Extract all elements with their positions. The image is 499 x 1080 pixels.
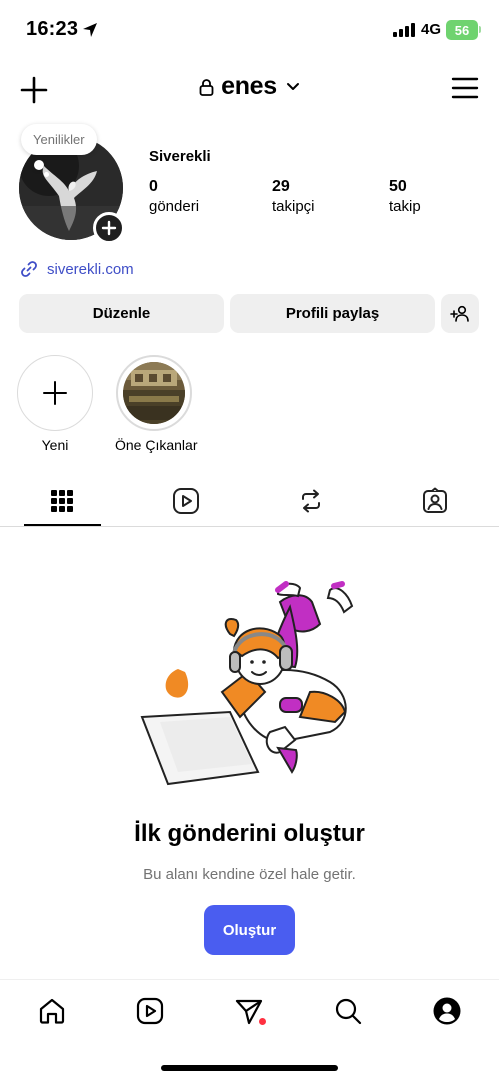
grid-icon — [51, 489, 73, 512]
stat-label: takipçi — [272, 198, 315, 215]
status-time: 16:23 — [26, 18, 79, 40]
reels-icon — [136, 997, 164, 1025]
home-indicator — [161, 1065, 338, 1071]
link-text: siverekli.com — [47, 260, 134, 278]
notification-dot — [259, 1018, 266, 1025]
nav-messages[interactable] — [232, 994, 266, 1028]
status-bar: 16:23 4G 56 — [0, 0, 499, 58]
share-profile-button[interactable]: Profili paylaş — [230, 294, 435, 333]
share-profile-label: Profili paylaş — [285, 305, 380, 322]
highlight-featured-circle — [116, 355, 192, 431]
stat-following[interactable]: 50 takip — [389, 178, 421, 215]
nav-reels[interactable] — [133, 994, 167, 1028]
display-name: Siverekli — [149, 148, 211, 165]
nav-profile[interactable] — [430, 994, 464, 1028]
battery-tip — [479, 26, 481, 33]
profile-icon — [433, 997, 461, 1025]
search-icon — [335, 998, 362, 1025]
profile-header: enes — [0, 68, 499, 110]
reels-icon — [173, 487, 199, 514]
username: enes — [221, 72, 277, 100]
repost-icon — [302, 489, 320, 512]
highlight-label: Öne Çıkanlar — [115, 437, 198, 453]
create-post-label: Oluştur — [222, 921, 277, 939]
nav-home[interactable] — [35, 994, 69, 1028]
edit-profile-button[interactable]: Düzenle — [19, 294, 224, 333]
add-story-button[interactable] — [93, 212, 125, 244]
edit-profile-label: Düzenle — [92, 305, 151, 322]
link-icon — [21, 261, 37, 277]
tab-reels[interactable] — [147, 475, 225, 526]
nav-search[interactable] — [331, 994, 365, 1028]
account-switcher[interactable]: enes — [0, 72, 499, 101]
stat-followers[interactable]: 29 takipçi — [272, 178, 315, 215]
bubble-tail-dot-small — [44, 172, 49, 177]
highlight-new-circle — [17, 355, 93, 431]
network-type: 4G — [421, 21, 442, 38]
highlight-label: Yeni — [41, 437, 69, 453]
cellular-signal-icon — [393, 23, 415, 37]
battery-level: 56 — [454, 22, 470, 38]
lock-icon — [199, 78, 214, 96]
highlight-cover-image — [123, 362, 185, 424]
notes-bubble[interactable]: Yenilikler — [21, 124, 97, 155]
tab-tagged[interactable] — [396, 475, 474, 526]
profile-tabs — [0, 475, 499, 527]
profile-link[interactable]: siverekli.com — [19, 259, 134, 279]
tab-reposts[interactable] — [272, 475, 350, 526]
stat-value: 50 — [389, 178, 407, 195]
stat-value: 29 — [272, 178, 290, 195]
location-arrow-icon — [83, 23, 97, 37]
active-tab-indicator — [24, 524, 101, 526]
create-post-button[interactable]: Oluştur — [204, 905, 295, 955]
chevron-down-icon — [286, 82, 299, 90]
tab-posts-grid[interactable] — [23, 475, 101, 526]
add-person-icon — [450, 305, 469, 322]
stat-label: gönderi — [149, 198, 200, 215]
discover-people-button[interactable] — [441, 294, 479, 333]
home-icon — [39, 998, 65, 1024]
stat-posts: 0 gönderi — [149, 178, 199, 215]
highlight-featured[interactable]: Öne Çıkanlar — [115, 355, 198, 453]
tagged-user-icon — [423, 487, 447, 513]
empty-state-subtitle: Bu alanı kendine özel hale getir. — [143, 866, 356, 883]
notes-bubble-text: Yenilikler — [33, 132, 85, 147]
empty-state-illustration — [140, 581, 354, 786]
battery-indicator: 56 — [446, 20, 478, 40]
plus-icon — [101, 220, 117, 236]
highlight-new[interactable]: Yeni — [16, 355, 94, 453]
plus-icon — [43, 381, 67, 405]
hamburger-menu-icon[interactable] — [451, 77, 479, 99]
empty-state-title: İlk gönderini oluştur — [134, 820, 365, 847]
stat-label: takip — [389, 198, 421, 215]
stat-value: 0 — [149, 178, 158, 195]
bubble-tail-dot — [34, 160, 44, 170]
